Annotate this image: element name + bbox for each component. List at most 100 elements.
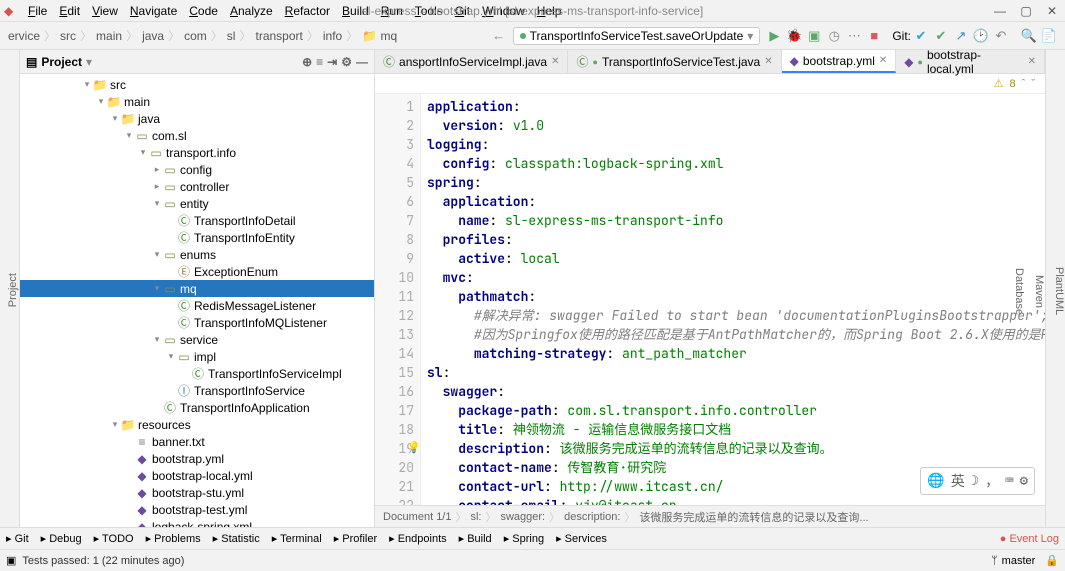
tree-arrow-icon[interactable]: ▾ <box>110 113 120 124</box>
line-number[interactable]: 10 <box>375 268 414 287</box>
editor-tab[interactable]: Ⓒ ● TransportInfoServiceTest.java ✕ <box>568 50 781 73</box>
toolwindow-todo-button[interactable]: ▸ TODO <box>94 532 134 545</box>
tree-arrow-icon[interactable]: ▾ <box>166 351 176 362</box>
git-update-icon[interactable]: ✔ <box>912 27 930 45</box>
run-configuration-selector[interactable]: TransportInfoServiceTest.saveOrUpdate ▾ <box>513 27 761 45</box>
toolwindow-plantuml[interactable]: PlantUML <box>1053 267 1065 315</box>
toolwindow-spring-button[interactable]: ▸ Spring <box>504 532 544 545</box>
line-number[interactable]: 17 <box>375 401 414 420</box>
tree-node[interactable]: ▾ 📁 src <box>20 76 374 93</box>
tree-arrow-icon[interactable]: ▾ <box>138 147 148 158</box>
breadcrumb-item[interactable]: info <box>321 29 344 43</box>
toolwindow-endpoints-button[interactable]: ▸ Endpoints <box>389 532 447 545</box>
editor-tab[interactable]: ◆ bootstrap.yml ✕ <box>782 50 897 73</box>
tree-arrow-icon[interactable]: ▾ <box>152 283 162 294</box>
ime-keyboard-icon[interactable]: ⌨ <box>1005 472 1013 490</box>
stop-icon[interactable]: ■ <box>865 27 883 45</box>
git-history-icon[interactable]: 🕑 <box>972 27 990 45</box>
warning-icon[interactable]: ⚠ <box>994 77 1004 90</box>
tree-arrow-icon[interactable]: ▾ <box>82 79 92 90</box>
breadcrumb-item[interactable]: sl <box>225 29 238 43</box>
tree-node[interactable]: ≡ banner.txt <box>20 433 374 450</box>
tree-node[interactable]: Ⓔ ExceptionEnum <box>20 263 374 280</box>
line-number[interactable]: 12 <box>375 306 414 325</box>
tree-arrow-icon[interactable]: ▾ <box>152 249 162 260</box>
tab-close-icon[interactable]: ✕ <box>1028 56 1036 67</box>
code-line[interactable]: #解决异常: swagger Failed to start bean 'doc… <box>427 306 1039 325</box>
code-line[interactable]: version: v1.0 <box>427 116 1039 135</box>
toolwindow-git-button[interactable]: ▸ Git <box>6 532 29 545</box>
tree-arrow-icon[interactable]: ▾ <box>152 334 162 345</box>
tree-node[interactable]: ◆ logback-spring.xml <box>20 518 374 527</box>
tree-node[interactable]: Ⓒ TransportInfoDetail <box>20 212 374 229</box>
lock-icon[interactable]: 🔒 <box>1045 554 1059 567</box>
tree-node[interactable]: ▾ ▭ impl <box>20 348 374 365</box>
tree-node[interactable]: Ⓘ TransportInfoService <box>20 382 374 399</box>
tree-node[interactable]: ▾ ▭ enums <box>20 246 374 263</box>
line-number[interactable]: 4 <box>375 154 414 173</box>
tree-node[interactable]: ▸ ▭ config <box>20 161 374 178</box>
code-line[interactable]: pathmatch: <box>427 287 1039 306</box>
scroll-down-icon[interactable]: ˇ <box>1031 78 1035 90</box>
tree-arrow-icon[interactable]: ▾ <box>124 130 134 141</box>
branch-icon[interactable]: ᛘ <box>991 555 998 567</box>
line-number[interactable]: 20 <box>375 458 414 477</box>
toolwindow-debug-button[interactable]: ▸ Debug <box>41 532 82 545</box>
code-line[interactable]: profiles: <box>427 230 1039 249</box>
hide-panel-icon[interactable]: — <box>356 55 368 69</box>
close-button[interactable]: ✕ <box>1043 4 1061 18</box>
tool-windows-icon[interactable]: ▣ <box>6 554 16 567</box>
tree-node[interactable]: ◆ bootstrap-test.yml <box>20 501 374 518</box>
editor-tab[interactable]: ◆ ● bootstrap-local.yml ✕ <box>896 50 1045 73</box>
toolwindow-problems-button[interactable]: ▸ Problems <box>146 532 201 545</box>
coverage-icon[interactable]: ▣ <box>805 27 823 45</box>
ime-comma-icon[interactable]: ， <box>985 471 999 491</box>
line-number[interactable]: 8 <box>375 230 414 249</box>
line-number[interactable]: 9 <box>375 249 414 268</box>
code-line[interactable]: contact-email: yjy@itcast.cn <box>427 496 1039 505</box>
code-line[interactable]: description: 该微服务完成运单的流转信息的记录以及查询。 <box>427 439 1039 458</box>
git-push-icon[interactable]: ↗ <box>952 27 970 45</box>
line-number[interactable]: 1 <box>375 97 414 116</box>
menu-refactor[interactable]: Refactor <box>279 2 336 20</box>
line-number[interactable]: 16 <box>375 382 414 401</box>
branch-name[interactable]: master <box>1002 555 1036 567</box>
debug-icon[interactable]: 🐞 <box>785 27 803 45</box>
tree-node[interactable]: ▸ ▭ controller <box>20 178 374 195</box>
line-number[interactable]: 6 <box>375 192 414 211</box>
tree-node[interactable]: ▾ 📁 java <box>20 110 374 127</box>
editor-tab[interactable]: Ⓒ ansportInfoServiceImpl.java ✕ <box>375 50 568 73</box>
toolwindow-commit[interactable]: Commit <box>0 268 1 314</box>
breadcrumb-item[interactable]: 📁 mq <box>360 29 399 43</box>
line-number[interactable]: 14 <box>375 344 414 363</box>
expand-all-icon[interactable]: ≡ <box>316 55 323 69</box>
tree-node[interactable]: Ⓒ TransportInfoApplication <box>20 399 374 416</box>
code-line[interactable]: name: sl-express-ms-transport-info <box>427 211 1039 230</box>
code-line[interactable]: sl: <box>427 363 1039 382</box>
structure-crumb[interactable]: 该微服务完成运单的流转信息的记录以及查询... <box>639 509 868 525</box>
back-icon[interactable]: ← <box>490 27 508 45</box>
minimize-button[interactable]: — <box>991 4 1009 18</box>
code-line[interactable]: config: classpath:logback-spring.xml <box>427 154 1039 173</box>
tree-arrow-icon[interactable]: ▾ <box>96 96 106 107</box>
code-line[interactable]: swagger: <box>427 382 1039 401</box>
code-line[interactable]: application: <box>427 97 1039 116</box>
event-log-button[interactable]: ● Event Log <box>1000 533 1059 545</box>
tree-node[interactable]: ▾ 📁 main <box>20 93 374 110</box>
tree-node[interactable]: ▾ ▭ mq <box>20 280 374 297</box>
tab-close-icon[interactable]: ✕ <box>551 56 559 67</box>
git-rollback-icon[interactable]: ↶ <box>992 27 1010 45</box>
menu-analyze[interactable]: Analyze <box>224 2 279 20</box>
menu-navigate[interactable]: Navigate <box>124 2 183 20</box>
line-number[interactable]: 7 <box>375 211 414 230</box>
line-number[interactable]: 11 <box>375 287 414 306</box>
toolwindow-profiler-button[interactable]: ▸ Profiler <box>334 532 377 545</box>
select-opened-file-icon[interactable]: ⊕ <box>302 55 312 69</box>
structure-crumb[interactable]: Document 1/1 <box>383 511 451 523</box>
ime-globe-icon[interactable]: 🌐 <box>927 472 944 490</box>
breadcrumb-item[interactable]: com <box>182 29 209 43</box>
breadcrumb-item[interactable]: src <box>58 29 78 43</box>
line-number[interactable]: 15 <box>375 363 414 382</box>
settings-icon[interactable]: 📄 <box>1040 27 1058 45</box>
line-number[interactable]: 18 <box>375 420 414 439</box>
